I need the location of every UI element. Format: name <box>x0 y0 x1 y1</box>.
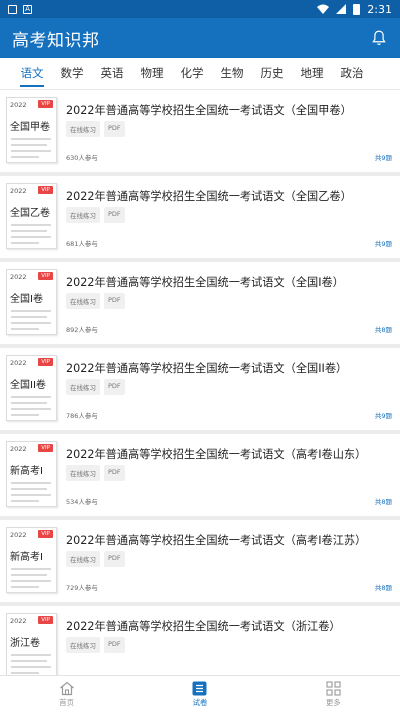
paper-title: 2022年普通高等学校招生全国统一考试语文（全国甲卷） <box>66 104 352 117</box>
participant-count: 786人参与 <box>66 412 98 420</box>
battery-icon <box>353 3 361 15</box>
tag-pdf[interactable]: PDF <box>104 293 125 309</box>
paper-card[interactable]: 2022 VIP 全国甲卷 2022年普通高等学校招生全国统一考试语文（全国甲卷… <box>0 90 400 172</box>
subject-tabs: 语文 数学 英语 物理 化学 生物 历史 地理 政治 <box>0 58 400 90</box>
tab-biology[interactable]: 生物 <box>212 58 252 90</box>
participant-count: 681人参与 <box>66 240 98 248</box>
thumbnail-year: 2022 <box>10 187 27 195</box>
thumbnail-year: 2022 <box>10 101 27 109</box>
thumbnail-name: 全国I卷 <box>10 294 43 305</box>
nav-home-label: 首页 <box>59 697 75 707</box>
paper-thumbnail: 2022 VIP 新高考I <box>6 441 57 507</box>
tag-online-practice[interactable]: 在线练习 <box>66 293 100 309</box>
thumbnail-name: 新高考I <box>10 466 43 477</box>
tab-math[interactable]: 数学 <box>52 58 92 90</box>
paper-card[interactable]: 2022 VIP 浙江卷 2022年普通高等学校招生全国统一考试语文（浙江卷） … <box>0 606 400 675</box>
vip-badge: VIP <box>38 530 53 538</box>
paper-thumbnail: 2022 VIP 全国甲卷 <box>6 97 57 163</box>
paper-card[interactable]: 2022 VIP 全国II卷 2022年普通高等学校招生全国统一考试语文（全国I… <box>0 348 400 430</box>
a-icon: A <box>23 4 32 14</box>
participant-count: 630人参与 <box>66 154 98 162</box>
participant-count: 534人参与 <box>66 498 98 506</box>
vip-badge: VIP <box>38 616 53 624</box>
nav-papers[interactable]: 试卷 <box>133 676 266 712</box>
tab-english[interactable]: 英语 <box>92 58 132 90</box>
question-total: 共8题 <box>374 498 392 506</box>
paper-thumbnail: 2022 VIP 全国I卷 <box>6 269 57 335</box>
paper-title: 2022年普通高等学校招生全国统一考试语文（高考I卷江苏） <box>66 534 367 547</box>
thumbnail-year: 2022 <box>10 273 27 281</box>
paper-thumbnail: 2022 VIP 浙江卷 <box>6 613 57 675</box>
tag-pdf[interactable]: PDF <box>104 637 125 653</box>
paper-icon <box>192 681 207 695</box>
question-total: 共8题 <box>374 326 392 334</box>
paper-card[interactable]: 2022 VIP 新高考I 2022年普通高等学校招生全国统一考试语文（高考I卷… <box>0 434 400 516</box>
thumbnail-year: 2022 <box>10 445 27 453</box>
tag-online-practice[interactable]: 在线练习 <box>66 121 100 137</box>
paper-thumbnail: 2022 VIP 全国乙卷 <box>6 183 57 249</box>
tab-history[interactable]: 历史 <box>252 58 292 90</box>
status-bar: A 2:31 <box>0 0 400 18</box>
nav-home[interactable]: 首页 <box>0 676 133 712</box>
bell-icon[interactable] <box>370 29 388 47</box>
grid-icon <box>326 680 341 696</box>
tab-chemistry[interactable]: 化学 <box>172 58 212 90</box>
paper-title: 2022年普通高等学校招生全国统一考试语文（全国I卷） <box>66 276 344 289</box>
vip-badge: VIP <box>38 358 53 366</box>
image-icon <box>8 4 17 14</box>
wifi-icon <box>317 4 330 14</box>
vip-badge: VIP <box>38 272 53 280</box>
thumbnail-name: 全国II卷 <box>10 380 46 391</box>
nav-papers-label: 试卷 <box>192 697 208 707</box>
paper-title: 2022年普通高等学校招生全国统一考试语文（全国II卷） <box>66 362 348 375</box>
question-total: 共9题 <box>374 412 392 420</box>
vip-badge: VIP <box>38 186 53 194</box>
paper-title: 2022年普通高等学校招生全国统一考试语文（高考I卷山东） <box>66 448 367 461</box>
tag-online-practice[interactable]: 在线练习 <box>66 207 100 223</box>
tag-pdf[interactable]: PDF <box>104 551 125 567</box>
question-total: 共9题 <box>374 154 392 162</box>
tab-geography[interactable]: 地理 <box>292 58 332 90</box>
thumbnail-name: 浙江卷 <box>10 638 40 649</box>
thumbnail-year: 2022 <box>10 531 27 539</box>
tab-politics[interactable]: 政治 <box>332 58 372 90</box>
tab-physics[interactable]: 物理 <box>132 58 172 90</box>
home-icon <box>59 681 74 695</box>
thumbnail-name: 全国乙卷 <box>10 208 50 219</box>
paper-title: 2022年普通高等学校招生全国统一考试语文（浙江卷） <box>66 620 341 633</box>
paper-card[interactable]: 2022 VIP 全国乙卷 2022年普通高等学校招生全国统一考试语文（全国乙卷… <box>0 176 400 258</box>
thumbnail-name: 新高考I <box>10 552 43 563</box>
paper-card[interactable]: 2022 VIP 新高考I 2022年普通高等学校招生全国统一考试语文（高考I卷… <box>0 520 400 602</box>
vip-badge: VIP <box>38 100 53 108</box>
tag-online-practice[interactable]: 在线练习 <box>66 379 100 395</box>
participant-count: 892人参与 <box>66 326 98 334</box>
tag-online-practice[interactable]: 在线练习 <box>66 465 100 481</box>
paper-list: 2022 VIP 全国甲卷 2022年普通高等学校招生全国统一考试语文（全国甲卷… <box>0 90 400 675</box>
nav-more[interactable]: 更多 <box>267 676 400 712</box>
tag-online-practice[interactable]: 在线练习 <box>66 637 100 653</box>
paper-thumbnail: 2022 VIP 新高考I <box>6 527 57 593</box>
nav-more-label: 更多 <box>325 697 341 707</box>
app-title: 高考知识邦 <box>12 30 100 51</box>
tag-pdf[interactable]: PDF <box>104 121 125 137</box>
tag-online-practice[interactable]: 在线练习 <box>66 551 100 567</box>
tag-pdf[interactable]: PDF <box>104 379 125 395</box>
participant-count: 729人参与 <box>66 584 98 592</box>
thumbnail-year: 2022 <box>10 359 27 367</box>
paper-card[interactable]: 2022 VIP 全国I卷 2022年普通高等学校招生全国统一考试语文（全国I卷… <box>0 262 400 344</box>
app-bar: 高考知识邦 <box>0 18 400 58</box>
paper-thumbnail: 2022 VIP 全国II卷 <box>6 355 57 421</box>
thumbnail-year: 2022 <box>10 617 27 625</box>
paper-title: 2022年普通高等学校招生全国统一考试语文（全国乙卷） <box>66 190 352 203</box>
bottom-nav: 首页 试卷 更多 <box>0 675 400 712</box>
question-total: 共8题 <box>374 584 392 592</box>
question-total: 共9题 <box>374 240 392 248</box>
thumbnail-name: 全国甲卷 <box>10 122 50 133</box>
vip-badge: VIP <box>38 444 53 452</box>
tag-pdf[interactable]: PDF <box>104 207 125 223</box>
status-time: 2:31 <box>367 2 392 16</box>
tag-pdf[interactable]: PDF <box>104 465 125 481</box>
signal-icon <box>336 4 347 14</box>
tab-chinese[interactable]: 语文 <box>12 58 52 90</box>
